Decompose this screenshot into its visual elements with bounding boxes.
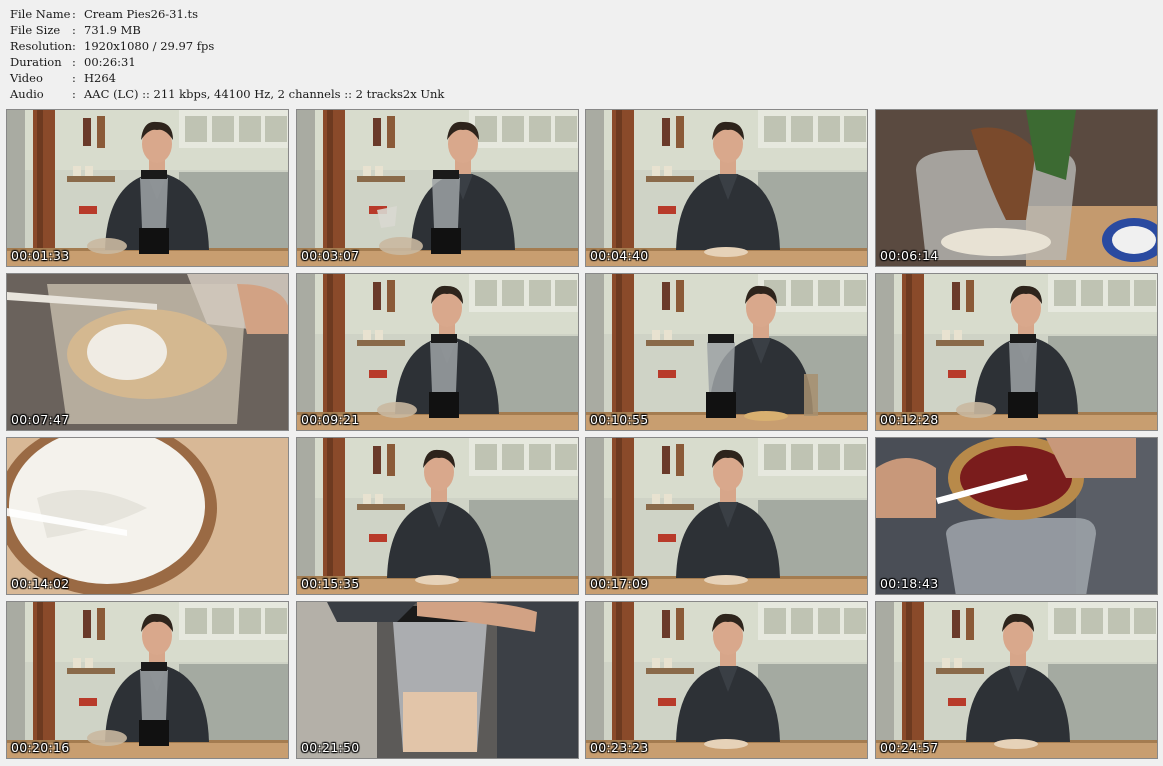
info-row-file-name: File Name : Cream Pies26-31.ts xyxy=(10,6,444,22)
info-row-duration: Duration : 00:26:31 xyxy=(10,54,444,70)
thumbnail-frame: 00:09:21 xyxy=(296,273,579,431)
thumbnail-frame: 00:03:07 xyxy=(296,109,579,267)
thumbnail-frame: 00:17:09 xyxy=(585,437,868,595)
thumbnail-frame: 00:10:55 xyxy=(585,273,868,431)
thumbnail-frame: 00:20:16 xyxy=(6,601,289,759)
thumbnail-image xyxy=(876,602,1157,758)
thumbnail-image xyxy=(876,110,1157,266)
thumbnail-frame: 00:15:35 xyxy=(296,437,579,595)
thumbnail-frame: 00:23:23 xyxy=(585,601,868,759)
thumbnail-timestamp: 00:09:21 xyxy=(301,412,360,427)
thumbnail-timestamp: 00:14:02 xyxy=(11,576,70,591)
info-row-file-size: File Size : 731.9 MB xyxy=(10,22,444,38)
thumbnail-timestamp: 00:12:28 xyxy=(880,412,939,427)
thumbnail-frame: 00:14:02 xyxy=(6,437,289,595)
thumbnail-timestamp: 00:03:07 xyxy=(301,248,360,263)
thumbnail-image xyxy=(586,110,867,266)
thumbnail-frame: 00:12:28 xyxy=(875,273,1158,431)
info-value-audio: AAC (LC) :: 211 kbps, 44100 Hz, 2 channe… xyxy=(84,87,445,101)
thumbnail-image xyxy=(876,274,1157,430)
thumbnail-image xyxy=(297,602,578,758)
thumbnail-timestamp: 00:18:43 xyxy=(880,576,939,591)
info-row-video: Video : H264 xyxy=(10,70,444,86)
thumbnail-image xyxy=(297,438,578,594)
thumbnail-timestamp: 00:17:09 xyxy=(590,576,649,591)
media-info-panel: File Name : Cream Pies26-31.ts File Size… xyxy=(10,6,444,102)
thumbnail-frame: 00:01:33 xyxy=(6,109,289,267)
info-separator: : xyxy=(72,71,76,85)
info-separator: : xyxy=(72,55,76,69)
thumbnail-timestamp: 00:20:16 xyxy=(11,740,70,755)
thumbnail-timestamp: 00:23:23 xyxy=(590,740,649,755)
thumbnail-timestamp: 00:06:14 xyxy=(880,248,939,263)
thumbnail-frame: 00:21:50 xyxy=(296,601,579,759)
info-value-duration: 00:26:31 xyxy=(84,55,136,69)
thumbnail-image xyxy=(876,438,1157,594)
thumbnail-timestamp: 00:24:57 xyxy=(880,740,939,755)
thumbnail-image xyxy=(586,274,867,430)
thumbnail-image xyxy=(297,110,578,266)
info-separator: : xyxy=(72,87,76,101)
thumbnail-image xyxy=(297,274,578,430)
info-key: File Name xyxy=(10,7,71,21)
thumbnail-timestamp: 00:21:50 xyxy=(301,740,360,755)
thumbnail-image xyxy=(7,602,288,758)
info-value-video: H264 xyxy=(84,71,116,85)
thumbnail-timestamp: 00:04:40 xyxy=(590,248,649,263)
thumbnail-timestamp: 00:10:55 xyxy=(590,412,649,427)
info-key: Duration xyxy=(10,55,62,69)
thumbnail-grid: 00:01:33 00:03:07 00:04:40 00:06:14 00:0… xyxy=(6,109,1158,760)
info-value-file-size: 731.9 MB xyxy=(84,23,141,37)
info-key: Resolution xyxy=(10,39,73,53)
thumbnail-image xyxy=(586,602,867,758)
thumbnail-timestamp: 00:07:47 xyxy=(11,412,70,427)
thumbnail-image xyxy=(7,438,288,594)
thumbnail-frame: 00:04:40 xyxy=(585,109,868,267)
info-value-file-name: Cream Pies26-31.ts xyxy=(84,7,198,21)
thumbnail-image xyxy=(586,438,867,594)
info-row-resolution: Resolution : 1920x1080 / 29.97 fps xyxy=(10,38,444,54)
thumbnail-image xyxy=(7,110,288,266)
thumbnail-frame: 00:18:43 xyxy=(875,437,1158,595)
info-key: Audio xyxy=(10,87,44,101)
info-value-resolution: 1920x1080 / 29.97 fps xyxy=(84,39,215,53)
info-key: File Size xyxy=(10,23,61,37)
info-row-audio: Audio : AAC (LC) :: 211 kbps, 44100 Hz, … xyxy=(10,86,444,102)
thumbnail-timestamp: 00:01:33 xyxy=(11,248,70,263)
info-separator: : xyxy=(72,7,76,21)
info-key: Video xyxy=(10,71,43,85)
thumbnail-image xyxy=(7,274,288,430)
thumbnail-frame: 00:07:47 xyxy=(6,273,289,431)
thumbnail-frame: 00:06:14 xyxy=(875,109,1158,267)
info-separator: : xyxy=(72,23,76,37)
thumbnail-timestamp: 00:15:35 xyxy=(301,576,360,591)
info-separator: : xyxy=(72,39,76,53)
thumbnail-frame: 00:24:57 xyxy=(875,601,1158,759)
